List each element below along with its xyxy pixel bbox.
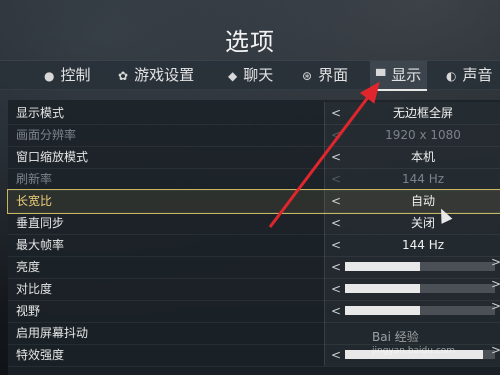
watermark-text: Bai 经验 [372,330,419,344]
watermark-url: jingyan.baidu.com [372,346,456,356]
annotation-arrow [268,81,380,228]
watermark: Bai 经验 jingyan.baidu.com [372,330,455,358]
